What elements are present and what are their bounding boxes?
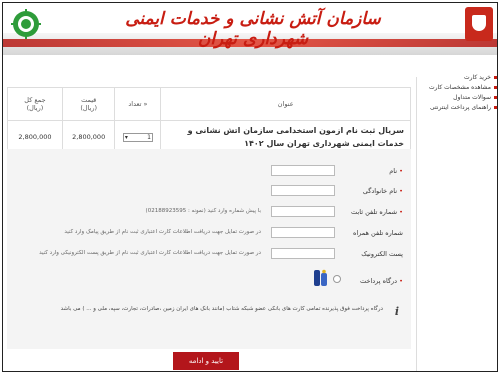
- required-bullet-icon: •: [399, 208, 403, 216]
- col-title-header: عنوان: [160, 87, 411, 121]
- gateway-label: درگاه پرداخت: [360, 277, 398, 285]
- required-bullet-icon: •: [399, 167, 403, 175]
- col-qty-header[interactable]: « تعداد: [114, 87, 162, 121]
- col-total-header: جمع کل (ریال): [7, 87, 63, 121]
- email-row: پست الکترونیک در صورت تمایل جهت دریافت ا…: [7, 248, 411, 260]
- col-price-header: قیمت (ریال): [61, 87, 116, 121]
- sidebar-item-payment-guide[interactable]: راهنمای پرداخت اینترنتی: [419, 103, 497, 113]
- phone-input[interactable]: [271, 206, 335, 217]
- family-row: • نام خانوادگی: [7, 185, 411, 197]
- mobile-input[interactable]: [271, 227, 335, 238]
- sidebar: خرید کارت مشاهده مشخصات کارت سوالات متدا…: [419, 73, 497, 113]
- gateway-radio[interactable]: [333, 275, 341, 283]
- sidebar-item-buy-card[interactable]: خرید کارت: [419, 73, 497, 83]
- mobile-row: شماره تلفن همراه در صورت تمایل جهت دریاف…: [7, 227, 411, 239]
- mobile-hint: در صورت تمایل جهت دریافت اطلاعات کارت اع…: [64, 229, 261, 235]
- gateway-row: • درگاه پرداخت: [7, 269, 411, 291]
- info-icon: i: [394, 305, 399, 318]
- quantity-value: 1: [147, 133, 151, 141]
- chevron-down-icon: ▾: [124, 133, 128, 141]
- required-bullet-icon: •: [399, 187, 403, 195]
- name-row: • نام: [7, 165, 411, 177]
- confirm-and-continue-button[interactable]: تایید و ادامه: [173, 352, 239, 370]
- email-label: پست الکترونیک: [361, 250, 403, 258]
- first-name-input[interactable]: [271, 165, 335, 176]
- phone-hint: با پیش شماره وارد کنید (نمونه : 02188923…: [145, 208, 261, 214]
- cart-table: عنوان « تعداد قیمت (ریال) جمع کل (ریال) …: [7, 87, 411, 154]
- gateway-info-text: درگاه پرداخت فوق پذیرنده تمامی کارت های …: [60, 306, 383, 312]
- sidebar-item-faq[interactable]: سوالات متداول: [419, 93, 497, 103]
- tehran-municipality-logo-icon: [11, 9, 41, 39]
- mobile-label: شماره تلفن همراه: [352, 229, 403, 237]
- quantity-select[interactable]: ▾ 1: [122, 132, 153, 142]
- phone-row: • شماره تلفن ثابت با پیش شماره وارد کنید…: [7, 206, 411, 218]
- cart-header-row: عنوان « تعداد قیمت (ریال) جمع کل (ریال): [7, 87, 411, 121]
- phone-label: شماره تلفن ثابت: [351, 208, 398, 216]
- bank-saman-logo-icon[interactable]: [313, 269, 329, 287]
- page-frame: سازمان آتش نشانی و خدمات ایمنی شهرداری ت…: [2, 2, 498, 372]
- family-label: نام خانوادگی: [362, 187, 398, 195]
- last-name-input[interactable]: [271, 185, 335, 196]
- gateway-info: i درگاه پرداخت فوق پذیرنده تمامی کارت ها…: [7, 303, 411, 321]
- payment-form: • نام • نام خانوادگی • شماره تلفن ثابت ب…: [7, 149, 411, 349]
- required-bullet-icon: •: [399, 277, 403, 285]
- email-hint: در صورت تمایل جهت دریافت اطلاعات کارت اع…: [39, 250, 261, 256]
- email-input[interactable]: [271, 248, 335, 259]
- sidebar-item-view-card[interactable]: مشاهده مشخصات کارت: [419, 83, 497, 93]
- site-title: سازمان آتش نشانی و خدمات ایمنی شهرداری ت…: [125, 9, 381, 49]
- name-label: نام: [389, 167, 398, 175]
- fire-department-logo-icon: [465, 7, 493, 41]
- site-header: سازمان آتش نشانی و خدمات ایمنی شهرداری ت…: [3, 3, 497, 55]
- sidebar-divider: [416, 77, 417, 371]
